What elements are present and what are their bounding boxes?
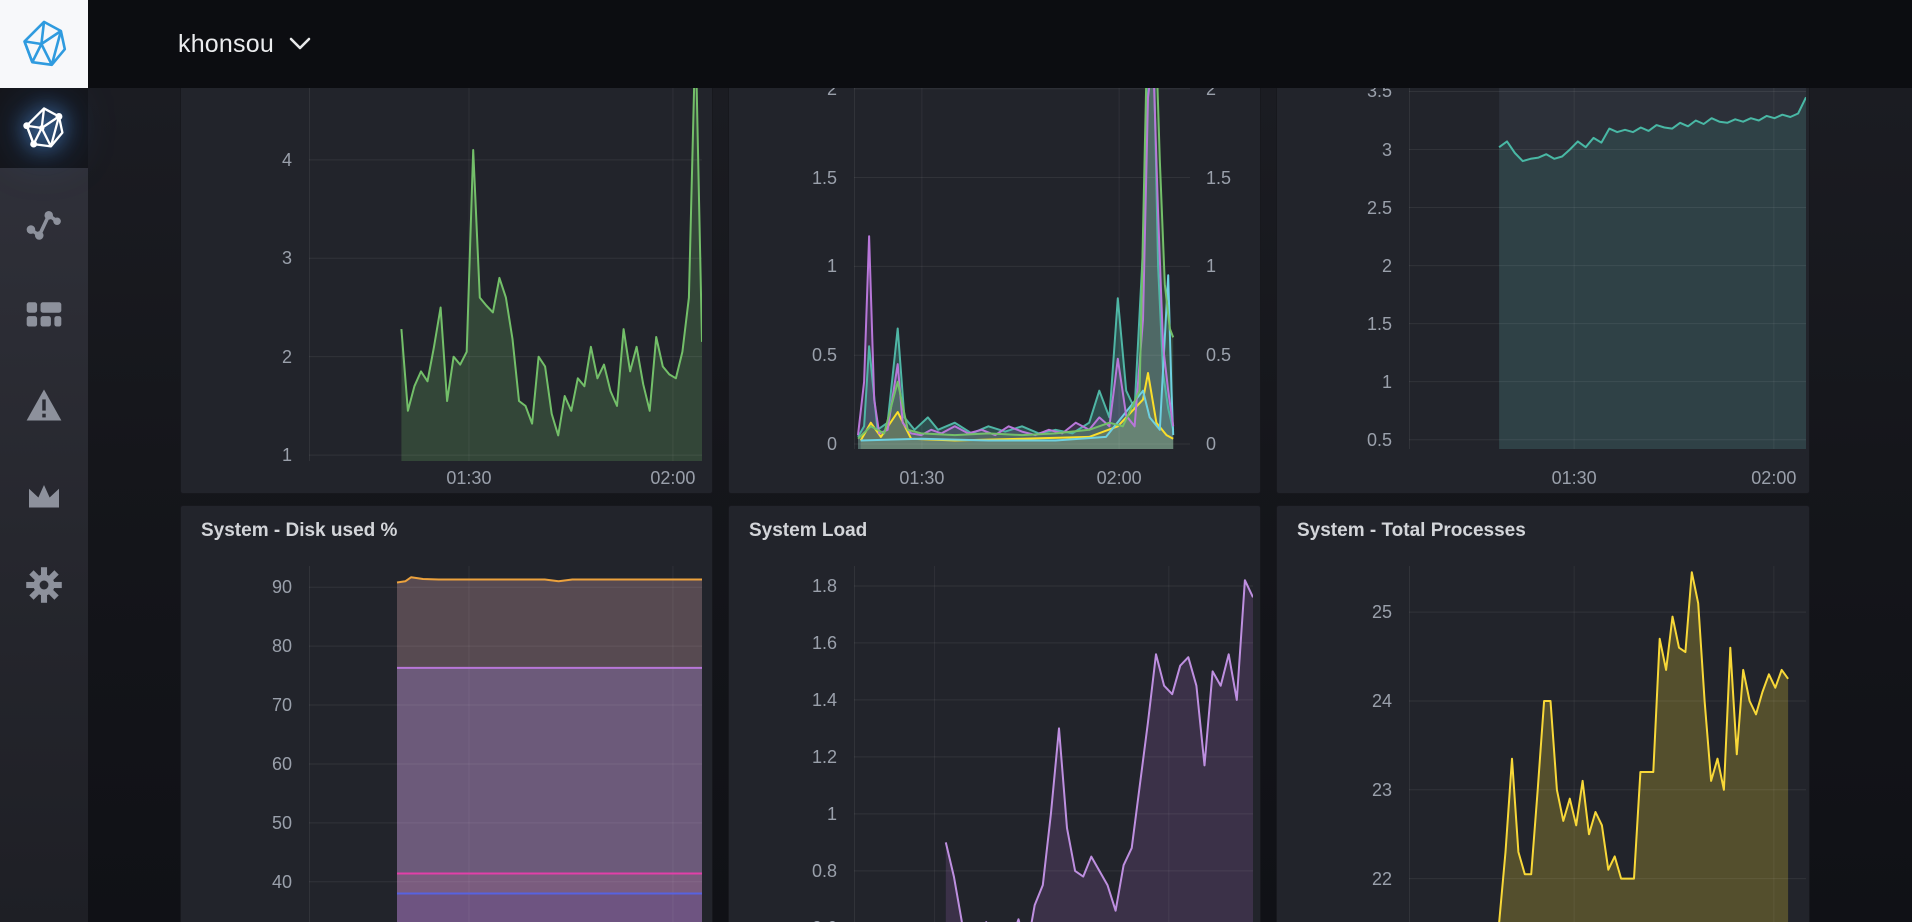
y-axis-tick: 1 [1206, 255, 1261, 277]
y-axis-tick: 50 [222, 812, 292, 834]
y-axis-tick: 24 [1322, 690, 1392, 712]
x-axis-tick: 01:30 [1529, 467, 1619, 489]
y-axis-tick: 1.5 [1322, 313, 1392, 335]
sidebar-item-admin[interactable] [0, 455, 88, 535]
org-logo[interactable] [0, 0, 88, 88]
y-axis-tick: 60 [222, 753, 292, 775]
y-axis-tick: 0.5 [1206, 344, 1261, 366]
y-axis-tick: 4 [222, 149, 292, 171]
chart-c6 [1409, 566, 1806, 922]
dashboard-title: khonsou [178, 30, 274, 59]
x-axis-tick: 01:30 [424, 467, 514, 489]
chart-c6-plot[interactable] [1409, 566, 1806, 922]
y-axis-tick: 1.5 [1206, 167, 1261, 189]
panel-c5: System Load 0.6 0.8 1 1.2 1.4 1.6 1.8 [728, 505, 1261, 922]
y-axis-tick: 2 [767, 88, 837, 100]
y-axis-tick: 0.5 [767, 344, 837, 366]
y-axis-tick: 90 [222, 576, 292, 598]
y-axis-tick: 3 [1322, 139, 1392, 161]
top-navbar: khonsou ? [0, 0, 1912, 88]
chart-c4 [309, 566, 702, 922]
chart-c1-plot[interactable] [309, 88, 702, 461]
y-axis-tick: 0.5 [1322, 429, 1392, 451]
sidebar-item-metrics[interactable] [0, 186, 88, 266]
y-axis-tick: 25 [1322, 601, 1392, 623]
y-axis-tick: 2 [222, 346, 292, 368]
sidebar-item-home[interactable] [0, 88, 88, 168]
y-axis-tick: 1 [767, 255, 837, 277]
y-axis-tick: 1 [767, 803, 837, 825]
panel-c6: System - Total Processes 22 23 24 25 [1276, 505, 1810, 922]
chart-c2 [854, 88, 1190, 449]
y-axis-tick: 1 [222, 444, 292, 466]
sidebar [0, 88, 88, 922]
y-axis-tick: 2 [1322, 255, 1392, 277]
y-axis-tick: 22 [1322, 868, 1392, 890]
panel-c4: System - Disk used % 40 50 60 70 80 90 [180, 505, 713, 922]
y-axis-tick: 1 [1322, 371, 1392, 393]
dashboard-picker[interactable]: khonsou [178, 0, 312, 88]
chevron-down-icon [288, 36, 312, 52]
sidebar-item-configuration[interactable] [0, 545, 88, 625]
sidebar-item-alerting[interactable] [0, 365, 88, 445]
crown-icon [24, 480, 64, 510]
panel-c1: 1 2 3 4 01:30 02:00 [180, 88, 713, 494]
panel-c3: 0.5 1 1.5 2 2.5 3 3.5 01:30 02:00 [1276, 88, 1810, 494]
y-axis-tick: 3.5 [1322, 88, 1392, 102]
y-axis-tick: 1.6 [767, 632, 837, 654]
y-axis-tick: 0.8 [767, 860, 837, 882]
y-axis-tick: 1.2 [767, 746, 837, 768]
sidebar-item-dashboards[interactable] [0, 275, 88, 355]
grafana-dashboard: khonsou ? [0, 0, 1912, 922]
y-axis-tick: 0.6 [767, 917, 837, 922]
y-axis-tick: 40 [222, 871, 292, 893]
y-axis-tick: 1.8 [767, 575, 837, 597]
chart-c3-plot[interactable] [1409, 88, 1806, 449]
y-axis-tick: 80 [222, 635, 292, 657]
metrics-pulse-icon [25, 209, 63, 243]
chart-c5 [854, 566, 1253, 922]
y-axis-tick: 1.4 [767, 689, 837, 711]
x-axis-tick: 02:00 [1074, 467, 1164, 489]
y-axis-tick: 0 [1206, 433, 1261, 455]
y-axis-tick: 23 [1322, 779, 1392, 801]
panel-c2: 0 0 0.5 0.5 1 1 1.5 1.5 2 2 01:30 02:00 [728, 88, 1261, 494]
panel-title[interactable]: System - Total Processes [1297, 520, 1526, 542]
chart-c2-plot[interactable] [854, 88, 1190, 449]
chart-c4-plot[interactable] [309, 566, 702, 922]
y-axis-tick: 0 [767, 433, 837, 455]
y-axis-tick: 1.5 [767, 167, 837, 189]
y-axis-tick: 2 [1206, 88, 1261, 100]
x-axis-tick: 02:00 [1729, 467, 1810, 489]
x-axis-tick: 01:30 [877, 467, 967, 489]
panel-title[interactable]: System Load [749, 520, 867, 542]
y-axis-tick: 3 [222, 247, 292, 269]
chart-c1 [309, 88, 702, 461]
panel-title[interactable]: System - Disk used % [201, 520, 397, 542]
org-polyhedron-icon [18, 18, 70, 70]
org-polyhedron-icon [21, 105, 67, 151]
y-axis-tick: 70 [222, 694, 292, 716]
dashboards-grid-icon [24, 300, 64, 330]
gear-icon [24, 565, 64, 605]
chart-c3 [1409, 88, 1806, 449]
chart-c5-plot[interactable] [854, 566, 1253, 922]
x-axis-tick: 02:00 [628, 467, 713, 489]
y-axis-tick: 2.5 [1322, 197, 1392, 219]
alert-triangle-icon [24, 387, 64, 423]
